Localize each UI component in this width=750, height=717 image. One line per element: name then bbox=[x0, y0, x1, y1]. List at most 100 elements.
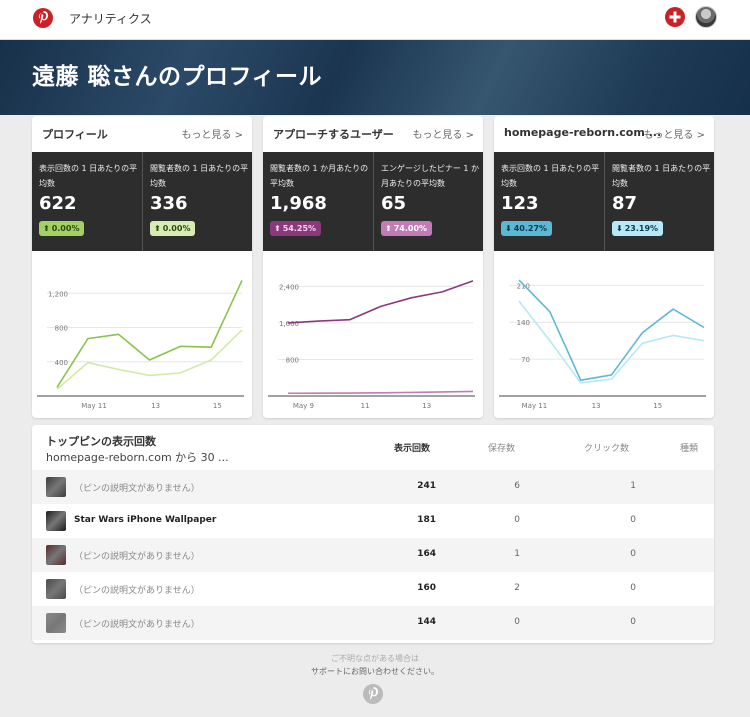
stat-block: 表示回数の 1 日あたりの平均数 622 ⬆ 0.00% bbox=[32, 152, 142, 251]
top-bar: アナリティクス bbox=[0, 0, 750, 40]
stat-value: 1,968 bbox=[270, 193, 327, 214]
y-tick-label: 400 bbox=[55, 359, 68, 367]
pin-thumbnail[interactable] bbox=[46, 511, 66, 531]
card-header: homepage-reborn.com ... もっと見る > bbox=[494, 116, 714, 152]
change-badge: ⬇ 40.27% bbox=[501, 221, 553, 236]
table-row[interactable]: （ピンの説明文がありません） 144 0 0 bbox=[32, 606, 714, 640]
stat-label: エンゲージしたピナー 1 か月あたりの平均数 bbox=[381, 164, 480, 188]
pin-thumbnail[interactable] bbox=[46, 477, 66, 497]
change-value: 23.19% bbox=[624, 224, 659, 233]
series-line bbox=[287, 280, 474, 324]
x-tick-label: 13 bbox=[151, 402, 160, 410]
x-tick-label: May 9 bbox=[293, 402, 314, 410]
plus-icon bbox=[669, 11, 681, 23]
table-row[interactable]: （ピンの説明文がありません） 164 1 0 bbox=[32, 538, 714, 572]
clicks-cell: 0 bbox=[630, 617, 636, 627]
card-header: アプローチするユーザー もっと見る > bbox=[263, 116, 483, 152]
impressions-cell: 164 bbox=[417, 549, 436, 559]
stat-value: 622 bbox=[39, 193, 77, 214]
change-badge: ⬇ 23.19% bbox=[612, 221, 664, 236]
change-badge: ⬆ 0.00% bbox=[150, 221, 196, 236]
stat-value: 336 bbox=[150, 193, 188, 214]
change-badge: ⬆ 54.25% bbox=[270, 221, 322, 236]
stat-value: 123 bbox=[501, 193, 539, 214]
y-tick-label: 1,600 bbox=[279, 320, 299, 328]
stat-label: 閲覧者数の 1 日あたりの平均数 bbox=[150, 164, 249, 188]
app-title[interactable]: アナリティクス bbox=[69, 10, 152, 27]
column-header-saves[interactable]: 保存数 bbox=[488, 441, 515, 454]
footer-support-link[interactable]: サポートにお問い合わせください。 bbox=[0, 666, 750, 677]
pin-description[interactable]: （ピンの説明文がありません） bbox=[74, 549, 200, 562]
table-title: トップピンの表示回数 bbox=[46, 435, 156, 448]
change-value: 74.00% bbox=[393, 224, 428, 233]
clicks-cell: 0 bbox=[630, 515, 636, 525]
series-line bbox=[518, 300, 705, 384]
column-header-type[interactable]: 種類 bbox=[680, 441, 698, 454]
y-tick-label: 140 bbox=[517, 319, 530, 327]
change-value: 40.27% bbox=[513, 224, 548, 233]
stat-block: 閲覧者数の 1 日あたりの平均数 336 ⬆ 0.00% bbox=[142, 152, 252, 251]
arrow-icon: ⬆ bbox=[43, 224, 50, 233]
change-badge: ⬆ 74.00% bbox=[381, 221, 433, 236]
stat-label: 閲覧者数の 1 日あたりの平均数 bbox=[612, 164, 711, 188]
see-more-link[interactable]: もっと見る > bbox=[181, 126, 243, 141]
card-title: homepage-reborn.com ... bbox=[504, 126, 662, 139]
clicks-cell: 1 bbox=[630, 481, 636, 491]
x-tick-label: May 11 bbox=[81, 402, 107, 410]
table-row[interactable]: （ピンの説明文がありません） 241 6 1 bbox=[32, 470, 714, 504]
series-line bbox=[56, 280, 243, 388]
stat-block: エンゲージしたピナー 1 か月あたりの平均数 65 ⬆ 74.00% bbox=[373, 152, 483, 251]
see-more-link[interactable]: もっと見る > bbox=[643, 126, 705, 141]
top-pins-table: トップピンの表示回数 homepage-reborn.com から 30 ...… bbox=[32, 425, 714, 643]
pin-description[interactable]: （ピンの説明文がありません） bbox=[74, 481, 200, 494]
line-chart: 400 800 1,200 May 11 13 15 bbox=[37, 280, 244, 410]
pin-thumbnail[interactable] bbox=[46, 545, 66, 565]
x-tick-label: 11 bbox=[361, 402, 370, 410]
see-more-link[interactable]: もっと見る > bbox=[412, 126, 474, 141]
table-row[interactable]: （ピンの説明文がありません） 160 2 0 bbox=[32, 572, 714, 606]
stat-value: 87 bbox=[612, 193, 638, 214]
pin-thumbnail[interactable] bbox=[46, 613, 66, 633]
y-tick-label: 800 bbox=[55, 325, 68, 333]
table-row[interactable]: Star Wars iPhone Wallpaper 181 0 0 bbox=[32, 504, 714, 538]
pin-description[interactable]: Star Wars iPhone Wallpaper bbox=[74, 515, 216, 525]
user-avatar[interactable] bbox=[695, 6, 717, 28]
card-profile: プロフィール もっと見る > 表示回数の 1 日あたりの平均数 622 ⬆ 0.0… bbox=[32, 116, 252, 418]
card-header: プロフィール もっと見る > bbox=[32, 116, 252, 152]
saves-cell: 6 bbox=[514, 481, 520, 491]
change-value: 54.25% bbox=[282, 224, 317, 233]
pin-thumbnail[interactable] bbox=[46, 579, 66, 599]
x-tick-label: May 11 bbox=[522, 402, 548, 410]
page-title: 遠藤 聡さんのプロフィール bbox=[32, 64, 323, 90]
stat-label: 表示回数の 1 日あたりの平均数 bbox=[39, 164, 138, 188]
pinterest-logo-icon[interactable] bbox=[33, 8, 53, 28]
arrow-icon: ⬇ bbox=[505, 224, 512, 233]
table-subtitle[interactable]: homepage-reborn.com から 30 ... bbox=[46, 449, 229, 465]
series-line bbox=[518, 279, 705, 381]
change-badge: ⬆ 0.00% bbox=[39, 221, 85, 236]
saves-cell: 2 bbox=[514, 583, 520, 593]
pin-description[interactable]: （ピンの説明文がありません） bbox=[74, 617, 200, 630]
stats-panel: 閲覧者数の 1 か月あたりの平均数 1,968 ⬆ 54.25% エンゲージしたピ… bbox=[263, 152, 483, 251]
x-tick-label: 13 bbox=[422, 402, 431, 410]
arrow-icon: ⬆ bbox=[154, 224, 161, 233]
footer-help-text: ご不明な点がある場合は bbox=[331, 654, 419, 663]
x-tick-label: 13 bbox=[592, 402, 601, 410]
line-chart: 800 1,600 2,400 May 9 11 13 bbox=[268, 280, 475, 410]
stat-block: 閲覧者数の 1 か月あたりの平均数 1,968 ⬆ 54.25% bbox=[263, 152, 373, 251]
clicks-cell: 0 bbox=[630, 549, 636, 559]
stat-block: 表示回数の 1 日あたりの平均数 123 ⬇ 40.27% bbox=[494, 152, 604, 251]
y-tick-label: 70 bbox=[521, 356, 530, 364]
card-audience: アプローチするユーザー もっと見る > 閲覧者数の 1 か月あたりの平均数 1,… bbox=[263, 116, 483, 418]
impressions-cell: 160 bbox=[417, 583, 436, 593]
impressions-cell: 181 bbox=[417, 515, 436, 525]
impressions-cell: 144 bbox=[417, 617, 436, 627]
x-tick-label: 15 bbox=[213, 402, 222, 410]
create-pin-button[interactable] bbox=[665, 7, 685, 27]
saves-cell: 1 bbox=[514, 549, 520, 559]
pin-description[interactable]: （ピンの説明文がありません） bbox=[74, 583, 200, 596]
column-header-clicks[interactable]: クリック数 bbox=[584, 441, 629, 454]
column-header-impressions[interactable]: 表示回数 bbox=[394, 441, 430, 454]
pinterest-footer-logo-icon bbox=[363, 684, 383, 704]
y-tick-label: 2,400 bbox=[279, 283, 299, 291]
